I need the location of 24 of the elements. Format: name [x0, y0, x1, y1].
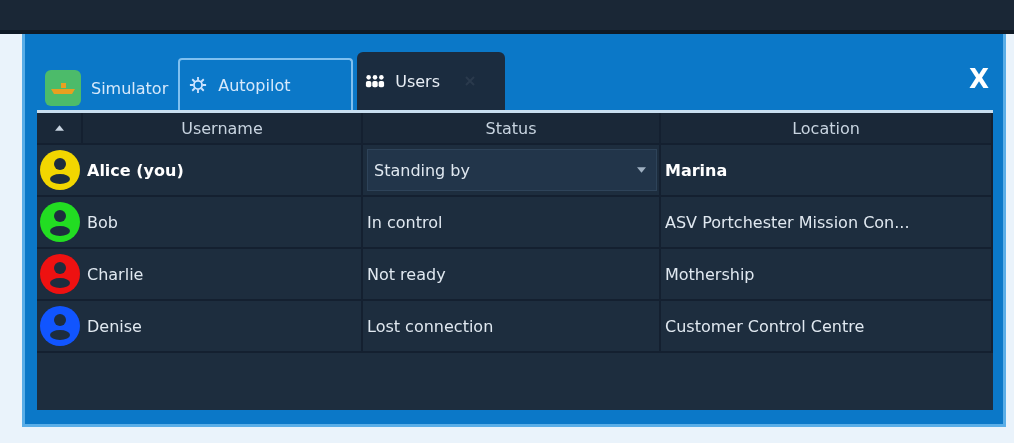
sort-icon[interactable]	[54, 125, 64, 131]
location-text: Marina	[665, 160, 728, 180]
users-icon	[365, 72, 386, 90]
status-text: Lost connection	[367, 316, 494, 336]
location-text: ASV Portchester Mission Con...	[665, 212, 910, 232]
username-text: Alice (you)	[87, 160, 184, 180]
tab[interactable]: Users	[357, 52, 506, 110]
column-header[interactable]: Username	[83, 113, 363, 143]
username-text: Denise	[87, 316, 142, 336]
tab[interactable]: Autopilot	[178, 58, 354, 110]
location-text: Mothership	[665, 264, 755, 284]
location-text: Customer Control Centre	[665, 316, 865, 336]
tab[interactable]: Simulator	[37, 66, 179, 110]
status-text: Not ready	[367, 264, 446, 284]
status-text: In control	[367, 212, 443, 232]
close-button[interactable]: X	[964, 64, 993, 94]
username-text: Bob	[87, 212, 118, 232]
caret-icon	[637, 167, 646, 173]
gear-icon	[188, 76, 209, 94]
username-text: Charlie	[87, 264, 144, 284]
boat-icon	[45, 70, 81, 106]
column-header[interactable]: Status	[363, 113, 661, 143]
status-dropdown[interactable]: Standing by	[367, 149, 657, 191]
column-header[interactable]: Location	[661, 113, 993, 143]
